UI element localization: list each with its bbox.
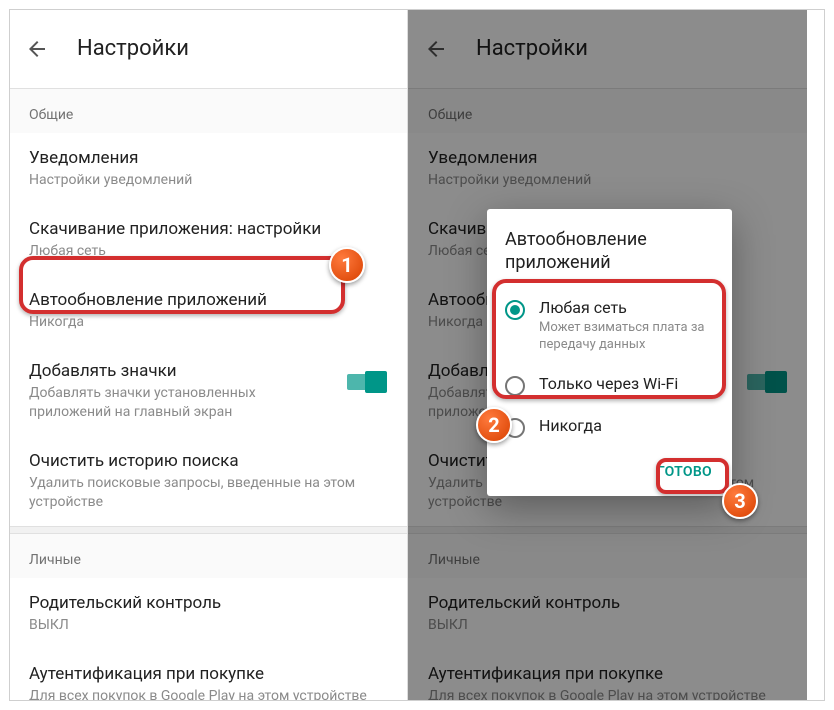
app-header: Настройки xyxy=(9,9,407,89)
page-title: Настройки xyxy=(77,36,189,61)
dialog-title: Автообновление приложений xyxy=(487,209,732,288)
toggle-add-icons[interactable] xyxy=(347,374,387,390)
item-sub: Любая сеть xyxy=(29,242,387,261)
back-arrow-icon[interactable] xyxy=(25,37,49,61)
item-title: Родительский контроль xyxy=(29,592,387,614)
radio-wifi-only[interactable]: Только через Wi-Fi xyxy=(487,364,732,406)
radio-label: Любая сеть xyxy=(539,298,714,319)
item-notifications[interactable]: Уведомления Настройки уведомлений xyxy=(9,133,407,204)
item-autoupdate[interactable]: Автообновление приложений Никогда xyxy=(9,275,407,346)
item-auth[interactable]: Аутентификация при покупке Для всех поку… xyxy=(9,649,407,701)
item-add-icons[interactable]: Добавлять значки Добавлять значки устано… xyxy=(9,346,407,436)
item-sub: Удалить поисковые запросы, введенные на … xyxy=(29,474,387,512)
item-sub: Настройки уведомлений xyxy=(29,171,387,190)
item-title: Автообновление приложений xyxy=(29,289,387,311)
item-sub: Добавлять значки установленных приложени… xyxy=(29,384,335,422)
item-title: Уведомления xyxy=(29,147,387,169)
item-sub: Для всех покупок в Google Play на этом у… xyxy=(29,687,387,701)
autoupdate-dialog: Автообновление приложений Любая сеть Мож… xyxy=(487,209,732,496)
screen-right: Настройки Общие Уведомления Настройки ув… xyxy=(408,9,807,701)
item-parental[interactable]: Родительский контроль ВЫКЛ xyxy=(9,578,407,649)
radio-never[interactable]: Никогда xyxy=(487,406,732,448)
radio-icon xyxy=(505,376,525,396)
radio-icon xyxy=(505,300,525,320)
dialog-actions: ГОТОВО xyxy=(487,448,732,496)
radio-label: Только через Wi-Fi xyxy=(539,374,678,395)
item-sub: ВЫКЛ xyxy=(29,616,387,635)
item-title: Аутентификация при покупке xyxy=(29,663,387,685)
screen-left: Настройки Общие Уведомления Настройки ув… xyxy=(9,9,408,701)
item-sub: Никогда xyxy=(29,313,387,332)
radio-label: Никогда xyxy=(539,416,602,437)
section-divider xyxy=(9,526,407,534)
item-clear-history[interactable]: Очистить историю поиска Удалить поисковы… xyxy=(9,436,407,526)
radio-any-network[interactable]: Любая сеть Может взиматься плата за пере… xyxy=(487,288,732,364)
section-general-label: Общие xyxy=(9,89,407,133)
radio-icon xyxy=(505,418,525,438)
item-title: Очистить историю поиска xyxy=(29,450,387,472)
item-title: Скачивание приложения: настройки xyxy=(29,218,387,240)
section-personal-label: Личные xyxy=(9,534,407,578)
item-title: Добавлять значки xyxy=(29,360,335,382)
radio-sub: Может взиматься плата за передачу данных xyxy=(539,320,714,354)
done-button[interactable]: ГОТОВО xyxy=(647,456,722,488)
item-download-settings[interactable]: Скачивание приложения: настройки Любая с… xyxy=(9,204,407,275)
